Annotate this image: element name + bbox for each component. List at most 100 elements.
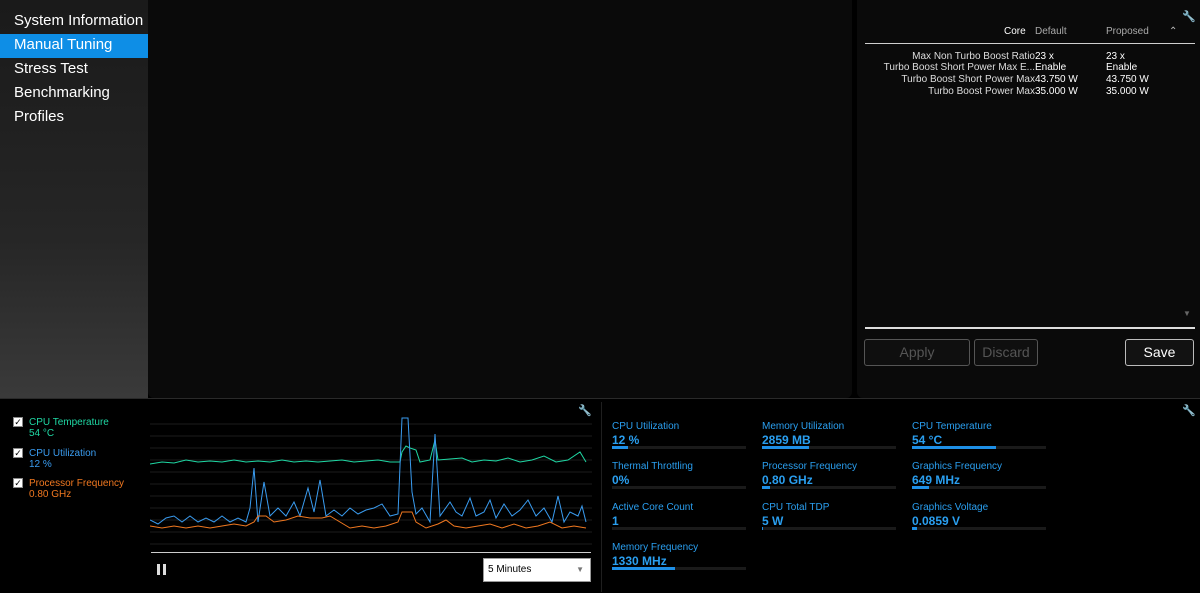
sidebar-item-system-information[interactable]: System Information	[0, 10, 148, 34]
metric-value: 5 W	[762, 514, 784, 528]
metric-value: 2859 MB	[762, 433, 811, 447]
metric-label: Graphics Frequency	[912, 461, 1003, 472]
discard-button[interactable]: Discard	[974, 339, 1038, 366]
metric-bar	[762, 486, 896, 489]
metric-bar	[762, 446, 896, 449]
metric-bar-fill	[912, 527, 918, 530]
metric-bar-fill	[762, 527, 764, 530]
metric-value: 0.80 GHz	[762, 473, 813, 487]
metric-bar	[912, 486, 1046, 489]
sidebar-item-benchmarking[interactable]: Benchmarking	[0, 82, 148, 106]
metric-bar-fill	[912, 446, 997, 449]
sidebar-item-profiles[interactable]: Profiles	[0, 106, 148, 130]
checkbox-cpu-utilization[interactable]: ✓	[13, 448, 23, 458]
metric-memory-utilization: Memory Utilization 2859 MB	[762, 421, 896, 449]
checkbox-cpu-temperature[interactable]: ✓	[13, 417, 23, 427]
legend-value: 54 °C	[29, 428, 55, 439]
table-row[interactable]: Turbo Boost Power Max 35.000 W 35.000 W	[865, 86, 1195, 98]
sidebar-item-manual-tuning[interactable]: Manual Tuning	[0, 34, 148, 58]
metric-bar	[612, 486, 746, 489]
legend-value: 0.80 GHz	[29, 489, 72, 500]
metric-bar	[762, 527, 896, 530]
metric-label: CPU Total TDP	[762, 502, 830, 513]
time-range-value: 5 Minutes	[488, 564, 532, 575]
time-range-select[interactable]: 5 Minutes ▼	[483, 558, 591, 582]
metrics-divider	[601, 402, 602, 592]
wrench-icon[interactable]: 🔧	[1182, 404, 1196, 417]
monitor-panel: ✓ CPU Temperature 54 °C ✓ CPU Utilizatio…	[0, 398, 1200, 593]
metric-value: 649 MHz	[912, 473, 961, 487]
metric-bar-fill	[762, 446, 809, 449]
pause-icon[interactable]	[157, 564, 167, 575]
metric-active-core-count: Active Core Count 1	[612, 502, 746, 530]
monitor-graph	[150, 417, 592, 545]
save-button[interactable]: Save	[1125, 339, 1194, 366]
metric-bar-fill	[912, 486, 930, 489]
column-header-core: Core	[1004, 26, 1026, 37]
main-content-pane	[148, 0, 852, 398]
setting-default: 43.750 W	[1035, 74, 1078, 85]
checkbox-processor-frequency[interactable]: ✓	[13, 478, 23, 488]
metric-label: CPU Utilization	[612, 421, 680, 432]
graph-baseline	[151, 552, 591, 553]
metric-bar-fill	[762, 486, 771, 489]
column-header-proposed: Proposed	[1106, 26, 1149, 37]
legend-label: CPU Temperature	[29, 417, 109, 428]
table-row[interactable]: Turbo Boost Short Power Max 43.750 W 43.…	[865, 74, 1195, 86]
scroll-up-icon[interactable]: ⌃	[1169, 26, 1177, 37]
table-row[interactable]: Turbo Boost Short Power Max E... Enable …	[865, 62, 1195, 74]
metric-bar-fill	[612, 446, 629, 449]
table-footer-divider	[865, 327, 1195, 329]
metric-value: 54 °C	[912, 433, 943, 447]
metric-value: 1330 MHz	[612, 554, 667, 568]
metric-label: CPU Temperature	[912, 421, 992, 432]
apply-button[interactable]: Apply	[864, 339, 970, 366]
column-header-default: Default	[1035, 26, 1067, 37]
legend-label: CPU Utilization	[29, 448, 97, 459]
setting-name: Turbo Boost Short Power Max	[901, 74, 1035, 85]
setting-default: Enable	[1035, 62, 1067, 73]
metric-cpu-temperature: CPU Temperature 54 °C	[912, 421, 1046, 449]
setting-proposed: 35.000 W	[1106, 86, 1149, 97]
setting-proposed: 43.750 W	[1106, 74, 1149, 85]
metric-bar	[612, 446, 746, 449]
sidebar-item-stress-test[interactable]: Stress Test	[0, 58, 148, 82]
setting-name: Max Non Turbo Boost Ratio	[912, 51, 1035, 62]
legend-label: Processor Frequency	[29, 478, 125, 489]
metric-value: 12 %	[612, 433, 640, 447]
metric-bar	[912, 446, 1046, 449]
metric-cpu-utilization: CPU Utilization 12 %	[612, 421, 746, 449]
setting-default: 35.000 W	[1035, 86, 1078, 97]
metric-cpu-total-tdp: CPU Total TDP 5 W	[762, 502, 896, 530]
metric-value: 0.0859 V	[912, 514, 961, 528]
metric-label: Memory Frequency	[612, 542, 699, 553]
metric-processor-frequency: Processor Frequency 0.80 GHz	[762, 461, 896, 489]
metric-bar	[912, 527, 1046, 530]
tuning-settings-pane: 🔧 Core Default Proposed Max Non Turbo Bo…	[857, 0, 1200, 398]
scroll-down-icon[interactable]: ▼	[1183, 309, 1191, 318]
metric-label: Thermal Throttling	[612, 461, 693, 472]
wrench-icon[interactable]: 🔧	[1182, 10, 1196, 23]
metric-memory-frequency: Memory Frequency 1330 MHz	[612, 542, 746, 570]
metric-label: Active Core Count	[612, 502, 694, 513]
metric-thermal-throttling: Thermal Throttling 0%	[612, 461, 746, 489]
table-header-divider	[865, 43, 1195, 44]
section-divider	[0, 398, 1200, 399]
setting-name: Turbo Boost Short Power Max E...	[883, 62, 1035, 73]
legend-value: 12 %	[29, 459, 52, 470]
metric-label: Processor Frequency	[762, 461, 858, 472]
setting-proposed: Enable	[1106, 62, 1138, 73]
metric-bar	[612, 567, 746, 570]
metric-value: 0%	[612, 473, 630, 487]
metric-graphics-frequency: Graphics Frequency 649 MHz	[912, 461, 1046, 489]
metric-graphics-voltage: Graphics Voltage 0.0859 V	[912, 502, 1046, 530]
setting-name: Turbo Boost Power Max	[928, 86, 1035, 97]
metric-bar	[612, 527, 746, 530]
sidebar-nav: System Information Manual Tuning Stress …	[0, 0, 148, 398]
chevron-down-icon: ▼	[576, 565, 584, 574]
setting-default: 23 x	[1035, 51, 1054, 62]
metric-value: 1	[612, 514, 619, 528]
metric-bar-fill	[612, 567, 675, 570]
metric-label: Graphics Voltage	[912, 502, 989, 513]
metric-label: Memory Utilization	[762, 421, 845, 432]
